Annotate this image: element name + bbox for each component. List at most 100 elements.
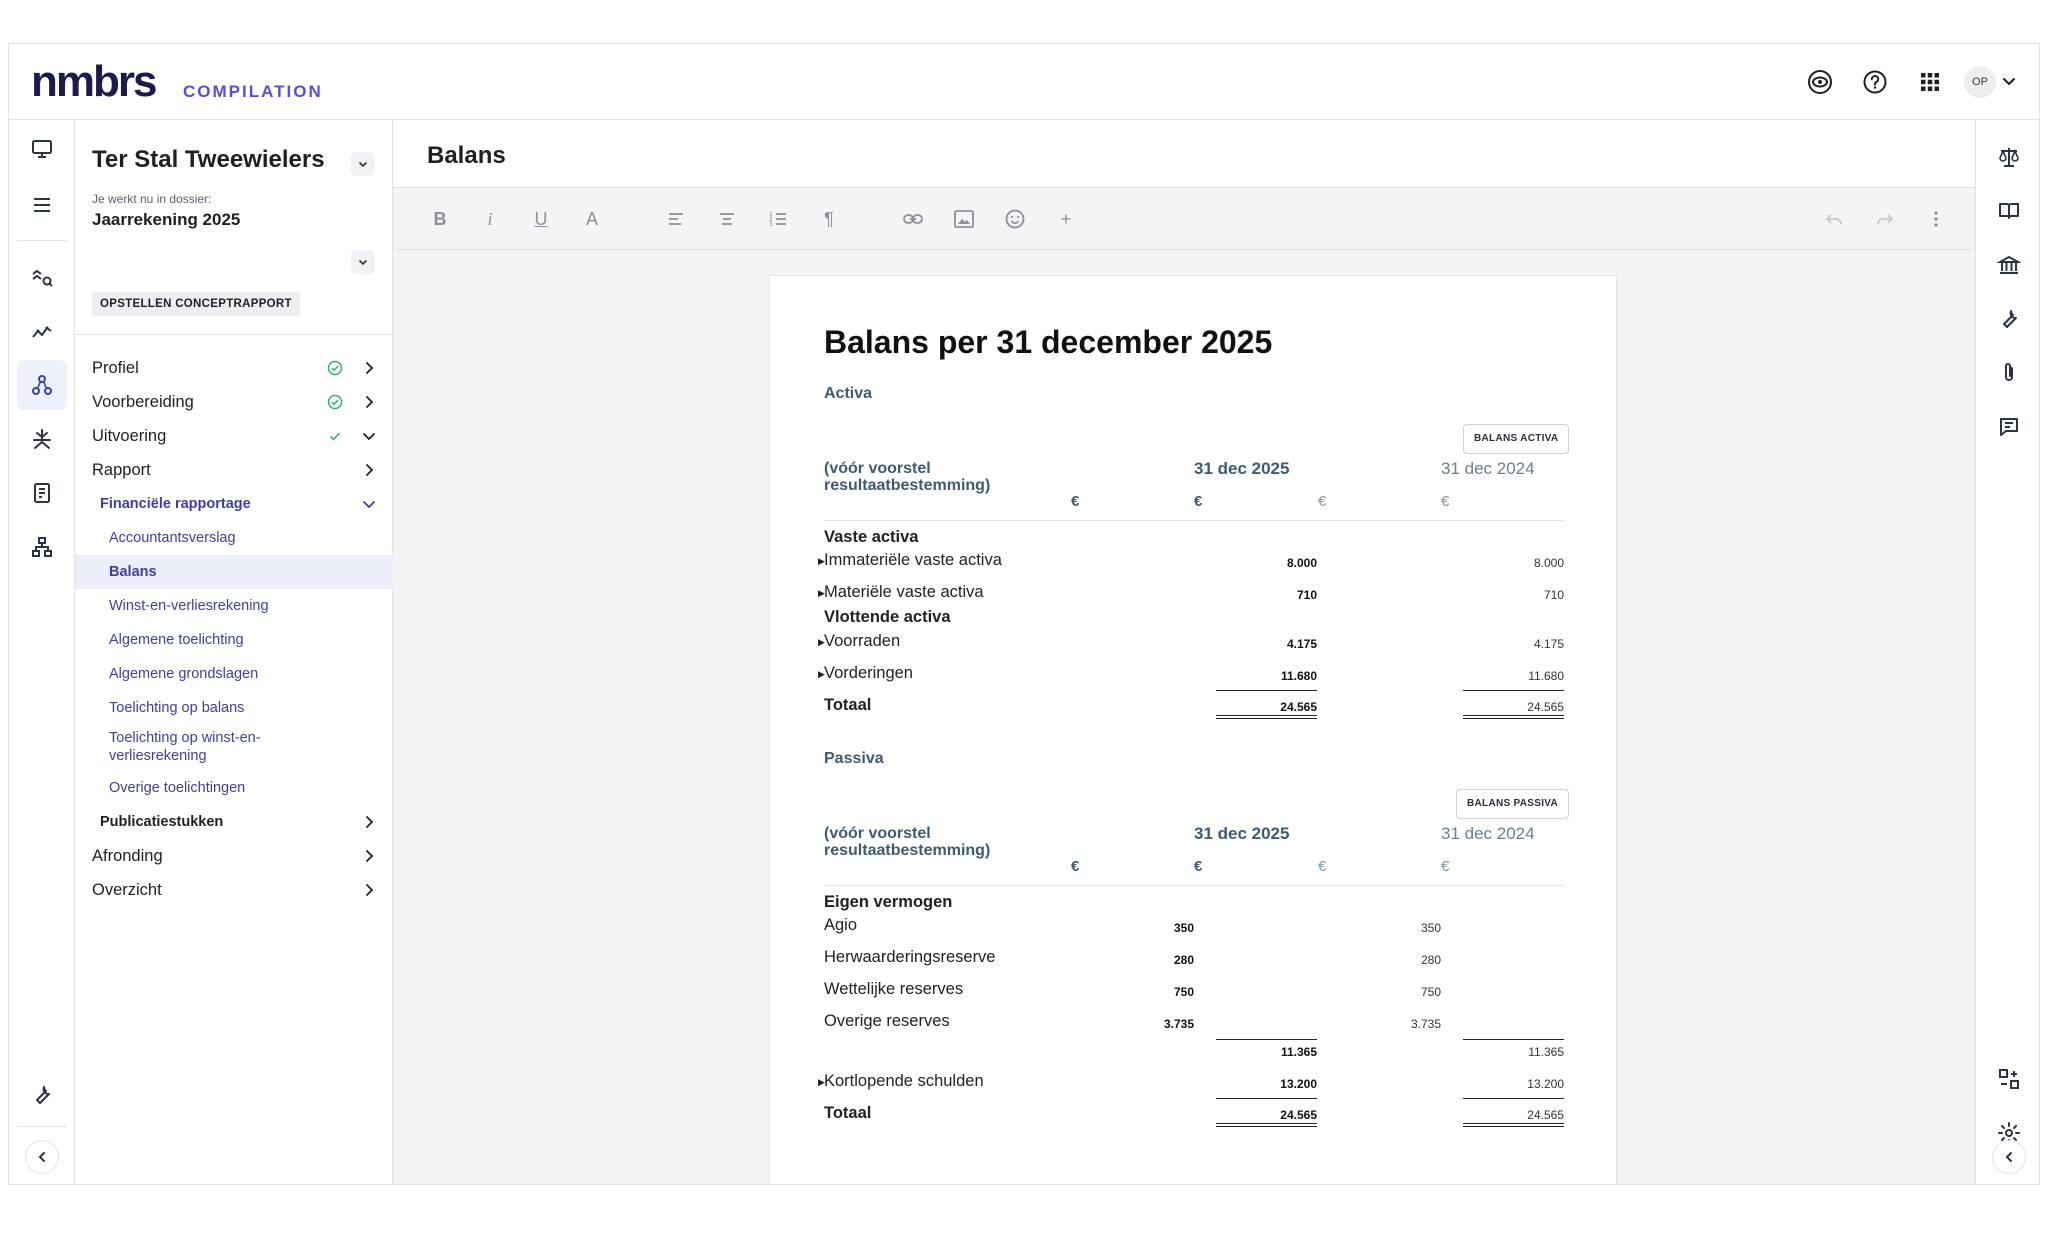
nav-item-label: Toelichting op balans xyxy=(109,700,245,716)
book-icon[interactable] xyxy=(1992,194,2026,228)
merge-icon[interactable] xyxy=(17,414,67,464)
section-heading-passiva: Passiva xyxy=(824,750,884,767)
chevron-down-icon xyxy=(359,260,367,266)
italic-button[interactable]: i xyxy=(477,206,503,232)
left-rail xyxy=(9,120,75,1184)
bank-icon[interactable] xyxy=(1992,248,2026,282)
collapse-left-button[interactable] xyxy=(25,1140,59,1174)
help-icon[interactable] xyxy=(1861,68,1889,96)
analytics-icon[interactable] xyxy=(17,252,67,302)
row-label: Vorderingen xyxy=(824,664,913,682)
font-size-button[interactable]: A xyxy=(579,206,605,232)
row-label: Wettelijke reserves xyxy=(824,980,964,998)
compare-icon[interactable] xyxy=(1992,1062,2026,1096)
eye-icon[interactable] xyxy=(1806,68,1834,96)
row-label: Totaal xyxy=(824,1104,872,1122)
total-double-line xyxy=(1216,1123,1317,1127)
currency-symbol: € xyxy=(1318,858,1327,875)
user-avatar[interactable]: OP xyxy=(1964,66,1996,98)
balans-activa-tag[interactable]: BALANS ACTIVA xyxy=(1463,424,1570,454)
underline-button[interactable]: U xyxy=(528,206,554,232)
monitor-icon[interactable] xyxy=(17,124,67,174)
row-label: Eigen vermogen xyxy=(824,893,953,911)
nav-item-financiele-rapportage[interactable]: Financiële rapportage xyxy=(75,487,393,521)
emoji-icon[interactable] xyxy=(1002,206,1028,232)
nav-item-voorbereiding[interactable]: Voorbereiding xyxy=(75,385,393,419)
value-prior: 280 xyxy=(1420,953,1441,967)
nav-item-winst-en-verliesrekening[interactable]: Winst-en-verliesrekening xyxy=(75,589,393,623)
wrench-icon[interactable] xyxy=(1992,302,2026,336)
nav-item-label: Accountantsverslag xyxy=(109,530,236,546)
check-circle-icon xyxy=(327,394,343,410)
insert-button[interactable]: + xyxy=(1053,206,1079,232)
wrench-icon[interactable] xyxy=(17,1070,67,1120)
row-label: Voorraden xyxy=(824,632,901,650)
scale-icon[interactable] xyxy=(1992,140,2026,174)
nav-item-label: Winst-en-verliesrekening xyxy=(109,598,269,614)
nav-item-publicatiestukken[interactable]: Publicatiestukken xyxy=(75,805,393,839)
nav-item-algemene-grondslagen[interactable]: Algemene grondslagen xyxy=(75,657,393,691)
value-current: 24.565 xyxy=(1280,1108,1317,1122)
align-center-icon[interactable] xyxy=(714,206,740,232)
currency-symbol: € xyxy=(1441,493,1450,510)
balans-passiva-tag[interactable]: BALANS PASSIVA xyxy=(1456,789,1570,819)
nav-item-accountantsverslag[interactable]: Accountantsverslag xyxy=(75,521,393,555)
rail-divider xyxy=(17,1126,67,1127)
numbered-list-icon[interactable]: 123 xyxy=(765,206,791,232)
nav-item-label: Publicatiestukken xyxy=(100,814,224,830)
nav-item-toelichting-op-balans[interactable]: Toelichting op balans xyxy=(75,691,393,725)
date-current: 31 dec 2025 xyxy=(1194,824,1290,843)
value-prior: 4.175 xyxy=(1533,637,1564,651)
value-current: 8.000 xyxy=(1286,556,1317,570)
dossier-select-button[interactable] xyxy=(351,250,375,274)
sum-line xyxy=(1216,1098,1317,1099)
nav-item-overige-toelichtingen[interactable]: Overige toelichtingen xyxy=(75,771,393,805)
undo-icon[interactable] xyxy=(1821,206,1847,232)
value-prior: 3.735 xyxy=(1410,1017,1441,1031)
paperclip-icon[interactable] xyxy=(1992,356,2026,390)
bold-button[interactable]: B xyxy=(427,206,453,232)
paragraph-button[interactable]: ¶ xyxy=(816,206,842,232)
date-prior: 31 dec 2024 xyxy=(1441,824,1535,843)
row-label: Vaste activa xyxy=(824,528,919,546)
client-name: Ter Stal Tweewielers xyxy=(92,146,325,173)
collapse-right-button[interactable] xyxy=(1992,1140,2026,1174)
value-current: 11.680 xyxy=(1280,669,1317,683)
nav-item-label: Overzicht xyxy=(92,880,162,899)
nav-item-toelichting-op-winst-en-verliesrekening[interactable]: Toelichting op winst-en-verliesrekening xyxy=(75,725,393,769)
nav-item-afronding[interactable]: Afronding xyxy=(75,839,393,873)
nav-item-uitvoering[interactable]: Uitvoering xyxy=(75,419,393,453)
client-select-button[interactable] xyxy=(351,152,375,176)
column-header: (vóór voorstel resultaatbestemming) xyxy=(824,460,991,494)
document-page[interactable]: Balans per 31 december 2025 Activa BALAN… xyxy=(769,275,1617,1184)
chevron-down-icon[interactable] xyxy=(1999,71,2019,91)
nav-item-overzicht[interactable]: Overzicht xyxy=(75,873,393,907)
chevron-right-icon xyxy=(366,396,374,408)
comments-icon[interactable] xyxy=(1992,410,2026,444)
chevron-right-icon xyxy=(366,362,374,374)
row-label: Immateriële vaste activa xyxy=(824,551,1002,569)
link-icon[interactable] xyxy=(900,206,926,232)
nav-item-algemene-toelichting[interactable]: Algemene toelichting xyxy=(75,623,393,657)
value-current: 280 xyxy=(1173,953,1194,967)
value-current: 710 xyxy=(1296,588,1317,602)
page-title: Balans xyxy=(427,142,506,169)
apps-grid-icon[interactable] xyxy=(1916,68,1944,96)
nav-item-label: Toelichting op winst-en-verliesrekening xyxy=(109,730,261,764)
row-label: Vlottende activa xyxy=(824,608,951,626)
workflow-icon[interactable] xyxy=(17,360,67,410)
brand-logo[interactable]: nmbrs xyxy=(31,58,157,106)
menu-icon[interactable] xyxy=(17,180,67,230)
image-icon[interactable] xyxy=(951,206,977,232)
value-prior: 11.365 xyxy=(1528,1045,1564,1059)
nav-item-balans[interactable]: Balans xyxy=(75,555,393,589)
redo-icon[interactable] xyxy=(1872,206,1898,232)
nav-item-rapport[interactable]: Rapport xyxy=(75,453,393,487)
nav-item-profiel[interactable]: Profiel xyxy=(75,351,393,385)
ledger-icon[interactable] xyxy=(17,468,67,518)
sum-line xyxy=(1463,1039,1564,1040)
org-chart-icon[interactable] xyxy=(17,522,67,572)
more-options-icon[interactable] xyxy=(1923,206,1949,232)
align-left-icon[interactable] xyxy=(663,206,689,232)
trend-icon[interactable] xyxy=(17,306,67,356)
